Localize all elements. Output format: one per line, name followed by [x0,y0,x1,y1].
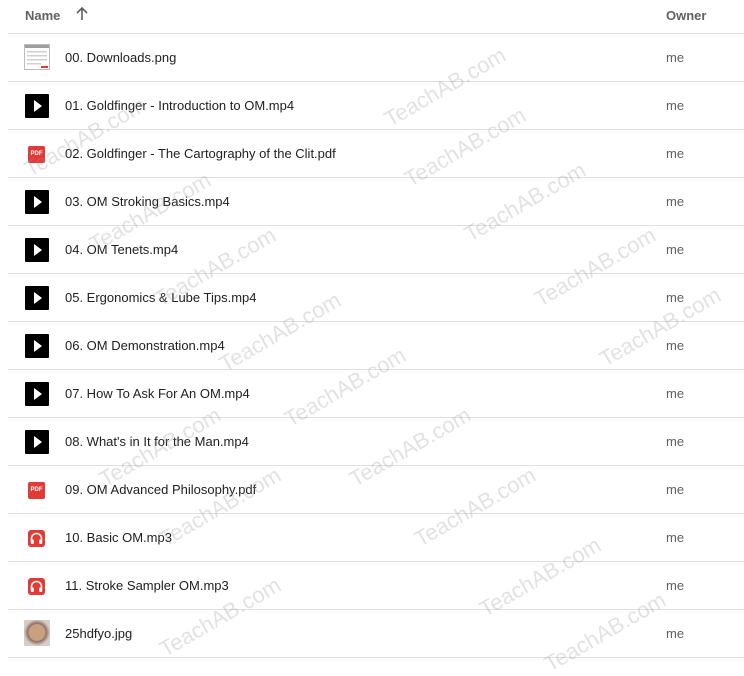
video-file-icon [25,190,49,214]
file-row[interactable]: 08. What's in It for the Man.mp4 me [8,418,744,466]
video-file-icon [25,238,49,262]
file-name[interactable]: 03. OM Stroking Basics.mp4 [65,194,230,209]
file-name[interactable]: 04. OM Tenets.mp4 [65,242,178,257]
file-row[interactable]: PDF 02. Goldfinger - The Cartography of … [8,130,744,178]
file-name[interactable]: 25hdfyo.jpg [65,626,132,641]
file-name[interactable]: 02. Goldfinger - The Cartography of the … [65,146,336,161]
video-file-icon [25,430,49,454]
file-row[interactable]: 05. Ergonomics & Lube Tips.mp4 me [8,274,744,322]
owner-column-header[interactable]: Owner [666,8,706,23]
file-name[interactable]: 10. Basic OM.mp3 [65,530,172,545]
video-file-icon [25,382,49,406]
photo-thumbnail-icon [24,620,50,646]
file-name[interactable]: 08. What's in It for the Man.mp4 [65,434,249,449]
file-list-header: Name Owner [8,0,744,34]
file-name[interactable]: 00. Downloads.png [65,50,176,65]
file-owner: me [666,50,685,65]
file-name[interactable]: 01. Goldfinger - Introduction to OM.mp4 [65,98,294,113]
file-row[interactable]: 07. How To Ask For An OM.mp4 me [8,370,744,418]
file-owner: me [666,626,685,641]
video-file-icon [25,94,49,118]
file-row[interactable]: 03. OM Stroking Basics.mp4 me [8,178,744,226]
image-file-icon [24,44,50,70]
file-row[interactable]: 25hdfyo.jpg me [8,610,744,658]
video-file-icon [25,286,49,310]
file-owner: me [666,530,685,545]
file-list: 00. Downloads.png me 01. Goldfinger - In… [8,34,744,658]
file-name[interactable]: 07. How To Ask For An OM.mp4 [65,386,250,401]
headphones-icon [28,530,45,547]
file-row[interactable]: 10. Basic OM.mp3 me [8,514,744,562]
file-owner: me [666,290,685,305]
file-owner: me [666,242,685,257]
file-owner: me [666,386,685,401]
arrow-up-icon[interactable] [74,6,90,22]
file-owner: me [666,98,685,113]
file-owner: me [666,434,685,449]
file-row[interactable]: 11. Stroke Sampler OM.mp3 me [8,562,744,610]
file-row[interactable]: 06. OM Demonstration.mp4 me [8,322,744,370]
file-row[interactable]: 04. OM Tenets.mp4 me [8,226,744,274]
name-column-header[interactable]: Name [25,8,60,23]
file-name[interactable]: 05. Ergonomics & Lube Tips.mp4 [65,290,257,305]
file-owner: me [666,482,685,497]
file-row[interactable]: PDF 09. OM Advanced Philosophy.pdf me [8,466,744,514]
file-row[interactable]: 00. Downloads.png me [8,34,744,82]
pdf-file-icon: PDF [28,146,45,163]
file-name[interactable]: 06. OM Demonstration.mp4 [65,338,225,353]
file-owner: me [666,194,685,209]
file-owner: me [666,338,685,353]
headphones-icon [28,578,45,595]
video-file-icon [25,334,49,358]
file-owner: me [666,578,685,593]
file-row[interactable]: 01. Goldfinger - Introduction to OM.mp4 … [8,82,744,130]
file-owner: me [666,146,685,161]
pdf-file-icon: PDF [28,482,45,499]
file-name[interactable]: 11. Stroke Sampler OM.mp3 [65,578,229,593]
file-name[interactable]: 09. OM Advanced Philosophy.pdf [65,482,256,497]
